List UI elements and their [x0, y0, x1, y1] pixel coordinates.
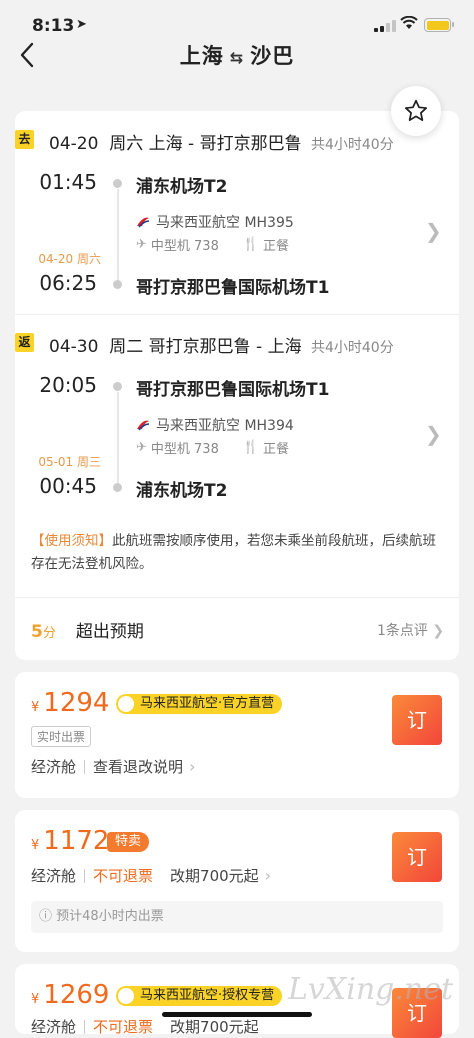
star-icon: [404, 99, 428, 121]
offer-1-cabin: 经济舱: [31, 758, 77, 776]
malaysia-airlines-logo-icon: [137, 217, 150, 228]
rating-text: 超出预期: [75, 622, 144, 642]
inbound-weekday: 周二: [109, 337, 144, 357]
usage-notice: 【使用须知】此航班需按顺序使用，若您未乘坐前段航班，后续航班存在无法登机风险。: [31, 530, 443, 576]
destination-city: 沙巴: [250, 44, 295, 68]
flight-detail-card[interactable]: 去 04-20 周六 上海 - 哥打京那巴鲁 共4小时40分 01:45 浦东机…: [15, 111, 459, 660]
offer-3-change: 改期700元起: [170, 1018, 259, 1036]
malaysia-airlines-logo-icon: [137, 420, 150, 431]
meal-icon: 🍴: [242, 440, 260, 455]
inbound-arrival-airport: 浦东机场T2: [136, 481, 228, 501]
inbound-timeline: [116, 392, 119, 484]
offer-3-cabin: 经济舱: [31, 1018, 77, 1036]
outbound-arrival-airport: 哥打京那巴鲁国际机场T1: [136, 278, 330, 298]
plane-icon: ✈: [136, 440, 147, 455]
offer-2-price: ¥1172: [31, 826, 110, 856]
offer-2-special-badge: 特卖: [107, 832, 150, 852]
page-title: 上海 ⇆ 沙巴: [0, 40, 474, 70]
outbound-header: 04-20 周六 上海 - 哥打京那巴鲁 共4小时40分: [49, 129, 394, 154]
offer-1-official-badge: 马来西亚航空·官方直营: [116, 694, 283, 714]
outbound-timeline: [116, 189, 119, 281]
nav-bar: 上海 ⇆ 沙巴: [0, 36, 474, 78]
chevron-right-icon: ›: [264, 866, 272, 885]
rating-divider: [15, 597, 459, 598]
status-bar: 8:13 ➤: [0, 0, 474, 40]
inbound-arrival-time: 00:45: [39, 474, 97, 498]
inbound-departure-airport: 哥打京那巴鲁国际机场T1: [136, 380, 330, 400]
origin-city: 上海: [179, 44, 224, 68]
offer-2-change: 改期700元起: [170, 867, 259, 885]
offer-2-refund: 不可退票: [93, 867, 154, 885]
inbound-departure-time: 20:05: [39, 373, 97, 397]
favorite-button[interactable]: [391, 86, 441, 136]
outbound-meta: ✈ 中型机 738 🍴 正餐: [136, 235, 289, 254]
outbound-airline-flight: 马来西亚航空 MH395: [156, 215, 294, 231]
rating-row: 5分 超出预期: [31, 617, 144, 642]
notice-label: 【使用须知】: [31, 533, 112, 549]
outbound-chevron-right-icon[interactable]: ❯: [425, 219, 442, 243]
outbound-weekday: 周六: [109, 134, 144, 154]
offer-3-policy[interactable]: 经济舱 不可退票 改期700元起: [31, 1016, 259, 1037]
outbound-arrival-time: 06:25: [39, 271, 97, 295]
offer-1-book-button[interactable]: 订: [392, 695, 442, 745]
swap-icon: ⇆: [229, 48, 245, 67]
offer-2-eta: ⓘ 预计48小时内出票: [31, 901, 443, 933]
cellular-signal-icon: [374, 20, 396, 32]
inbound-route: 哥打京那巴鲁 - 上海: [148, 337, 302, 357]
inbound-arrival-dot: [113, 483, 122, 492]
offer-2-cabin: 经济舱: [31, 867, 77, 885]
outbound-route: 上海 - 哥打京那巴鲁: [148, 134, 302, 154]
inbound-duration: 共4小时40分: [310, 340, 394, 356]
outbound-departure-dot: [113, 179, 122, 188]
offer-1-price: ¥1294: [31, 688, 110, 718]
inbound-airline: 马来西亚航空 MH394: [136, 415, 294, 435]
outbound-departure-airport: 浦东机场T2: [136, 177, 228, 197]
outbound-airline: 马来西亚航空 MH395: [136, 212, 294, 232]
inbound-arrival-date: 05-01 周三: [38, 455, 101, 469]
home-indicator[interactable]: [162, 1012, 312, 1017]
outbound-arrival-dot: [113, 280, 122, 289]
status-time: 8:13: [32, 16, 75, 36]
offer-2-policy[interactable]: 经济舱 不可退票 改期700元起 ›: [31, 865, 271, 886]
outbound-tag: 去: [15, 130, 34, 149]
meal-icon: 🍴: [242, 237, 260, 252]
chevron-right-icon: ›: [189, 757, 196, 776]
segment-divider: [15, 314, 459, 315]
inbound-meta: ✈ 中型机 738 🍴 正餐: [136, 438, 289, 457]
plane-icon: ✈: [136, 237, 147, 252]
inbound-date: 04-30: [49, 337, 99, 357]
offer-3-price: ¥1269: [31, 980, 110, 1010]
battery-icon: [424, 18, 454, 32]
inbound-chevron-right-icon[interactable]: ❯: [425, 422, 442, 446]
info-icon: ⓘ: [39, 909, 53, 924]
offer-1-instant-ticket-tag: 实时出票: [31, 726, 92, 747]
outbound-departure-time: 01:45: [39, 170, 97, 194]
inbound-airline-flight: 马来西亚航空 MH394: [156, 418, 294, 434]
offer-1-refund-rules-link[interactable]: 查看退改说明: [93, 756, 183, 777]
inbound-aircraft: 中型机 738: [150, 442, 219, 457]
wifi-icon: [400, 16, 418, 29]
offer-3-authorized-badge: 马来西亚航空·授权专营: [116, 986, 283, 1006]
outbound-arrival-date: 04-20 周六: [38, 252, 101, 266]
inbound-departure-dot: [113, 382, 122, 391]
outbound-meal: 正餐: [263, 239, 290, 254]
inbound-header: 04-30 周二 哥打京那巴鲁 - 上海 共4小时40分: [49, 332, 394, 357]
location-arrow-icon: ➤: [76, 17, 87, 32]
rating-score: 5分: [31, 622, 56, 642]
chevron-right-icon: ❯: [432, 623, 445, 639]
inbound-tag: 返: [15, 333, 34, 352]
outbound-duration: 共4小时40分: [310, 137, 394, 153]
offer-3-refund: 不可退票: [93, 1018, 154, 1036]
inbound-meal: 正餐: [263, 442, 290, 457]
outbound-date: 04-20: [49, 134, 99, 154]
outbound-aircraft: 中型机 738: [150, 239, 219, 254]
reviews-link[interactable]: 1条点评 ❯: [377, 620, 444, 640]
offer-card-1[interactable]: ¥1294 马来西亚航空·官方直营 实时出票 经济舱 查看退改说明 › 订: [15, 672, 459, 798]
offer-card-2[interactable]: ¥1172 特卖 经济舱 不可退票 改期700元起 › 订 ⓘ 预计48小时内出…: [15, 810, 459, 952]
airline-badge-logo-icon: [118, 988, 134, 1004]
airline-badge-logo-icon: [118, 696, 134, 712]
watermark: LvXing.net: [288, 972, 454, 1007]
offer-1-policy: 经济舱 查看退改说明 ›: [31, 756, 195, 777]
offer-2-book-button[interactable]: 订: [392, 832, 442, 882]
